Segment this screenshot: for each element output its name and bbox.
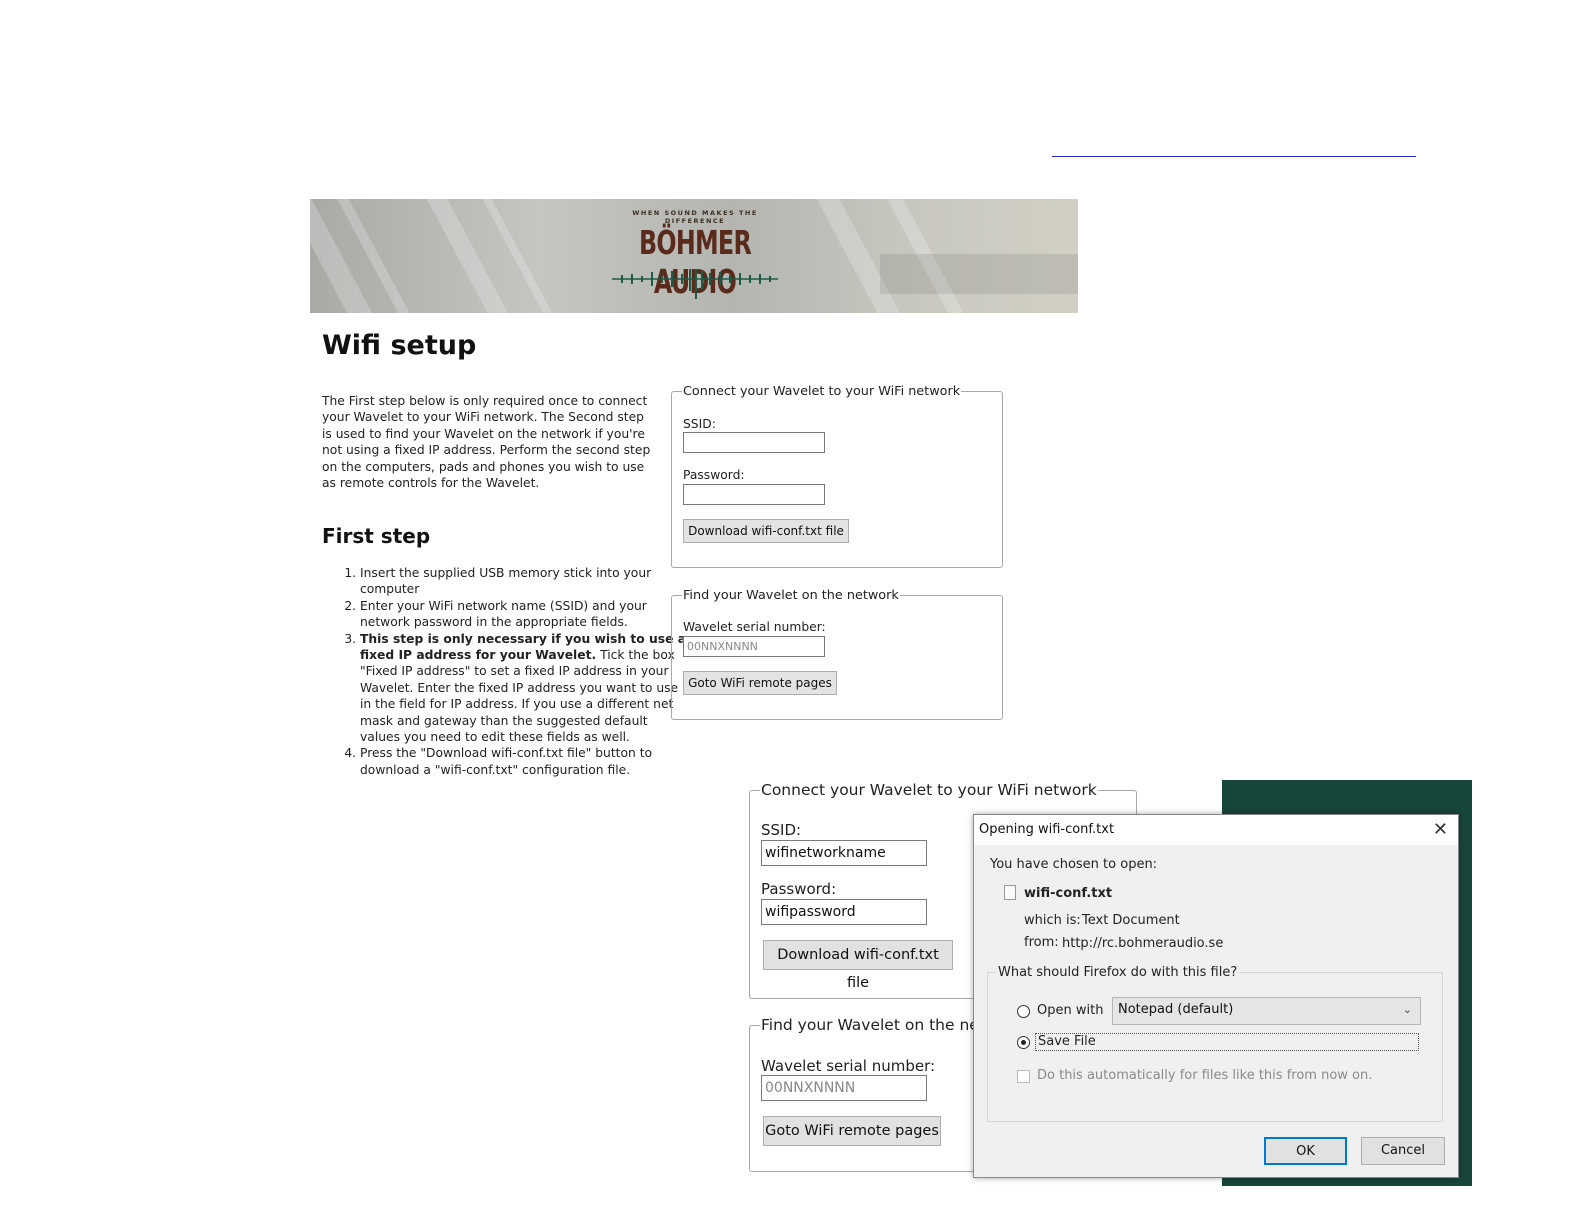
- steps-list: Insert the supplied USB memory stick int…: [322, 565, 690, 778]
- find-wavelet-legend: Find your Wavelet on the network: [683, 588, 899, 603]
- connect-wifi-legend: Connect your Wavelet to your WiFi networ…: [683, 384, 961, 399]
- open-with-app: Notepad (default): [1118, 1002, 1234, 1017]
- text-file-icon: [1004, 885, 1016, 900]
- serial-number-input[interactable]: 00NNXNNNN: [683, 636, 825, 657]
- download-dialog: Opening wifi-conf.txt ✕ You have chosen …: [973, 814, 1459, 1178]
- waveform-icon: [612, 269, 778, 299]
- list-item: This step is only necessary if you wish …: [360, 631, 690, 746]
- header-link-underline[interactable]: [1052, 156, 1416, 157]
- ok-button[interactable]: OK: [1264, 1137, 1347, 1165]
- auto-label: Do this automatically for files like thi…: [1037, 1068, 1373, 1083]
- close-icon[interactable]: ✕: [1433, 819, 1448, 840]
- zoom-download-button[interactable]: Download wifi-conf.txt file: [763, 940, 953, 991]
- list-item: Enter your WiFi network name (SSID) and …: [360, 598, 690, 631]
- banner: WHEN SOUND MAKES THE DIFFERENCE BÖHMER A…: [310, 199, 1078, 313]
- chevron-down-icon: ⌄: [1402, 1003, 1412, 1016]
- which-is-label: which is:: [1024, 913, 1081, 928]
- save-file-label[interactable]: Save File: [1035, 1033, 1419, 1051]
- goto-wifi-remote-button[interactable]: Goto WiFi remote pages: [683, 671, 837, 695]
- download-wifi-conf-button[interactable]: Download wifi-conf.txt file: [683, 519, 849, 543]
- open-with-select[interactable]: Notepad (default) ⌄: [1112, 997, 1421, 1025]
- zoom-ssid-label: SSID:: [761, 821, 802, 839]
- first-step-heading: First step: [322, 524, 431, 548]
- action-question: What should Firefox do with this file?: [996, 965, 1240, 980]
- open-with-label[interactable]: Open with: [1037, 1003, 1103, 1018]
- radio-selected-dot: [1021, 1040, 1026, 1045]
- file-name: wifi-conf.txt: [1024, 886, 1113, 901]
- step3-text: Tick the box "Fixed IP address" to set a…: [360, 648, 679, 745]
- chosen-text: You have chosen to open:: [990, 857, 1158, 872]
- intro-paragraph: The First step below is only required on…: [322, 394, 651, 491]
- zoom-connect-legend: Connect your Wavelet to your WiFi networ…: [761, 781, 1097, 799]
- password-input[interactable]: [683, 484, 825, 505]
- from-label: from:: [1024, 935, 1059, 950]
- password-label: Password:: [683, 468, 745, 482]
- dialog-title: Opening wifi-conf.txt: [979, 822, 1115, 837]
- save-file-radio[interactable]: [1017, 1036, 1030, 1049]
- cancel-button[interactable]: Cancel: [1361, 1137, 1445, 1165]
- page-title: Wifi setup: [322, 330, 477, 361]
- bohmer-audio-logo: WHEN SOUND MAKES THE DIFFERENCE BÖHMER A…: [610, 209, 780, 304]
- from-value: http://rc.bohmeraudio.se: [1062, 936, 1224, 951]
- dialog-titlebar: Opening wifi-conf.txt ✕: [974, 815, 1458, 845]
- list-item: Press the "Download wifi-conf.txt file" …: [360, 745, 690, 778]
- zoom-find-legend: Find your Wavelet on the ne: [761, 1016, 979, 1034]
- which-is-value: Text Document: [1082, 913, 1180, 928]
- list-item: Insert the supplied USB memory stick int…: [360, 565, 690, 598]
- auto-checkbox[interactable]: [1017, 1070, 1030, 1083]
- zoom-password-input[interactable]: wifipassword: [761, 899, 927, 925]
- zoom-serial-input[interactable]: 00NNXNNNN: [761, 1075, 927, 1101]
- zoom-serial-label: Wavelet serial number:: [761, 1057, 936, 1075]
- serial-number-label: Wavelet serial number:: [683, 620, 826, 634]
- zoom-password-label: Password:: [761, 880, 837, 898]
- zoom-ssid-input[interactable]: wifinetworkname: [761, 840, 927, 866]
- ssid-label: SSID:: [683, 417, 716, 431]
- open-with-radio[interactable]: [1017, 1005, 1030, 1018]
- ssid-input[interactable]: [683, 432, 825, 453]
- zoom-goto-button[interactable]: Goto WiFi remote pages: [763, 1116, 941, 1146]
